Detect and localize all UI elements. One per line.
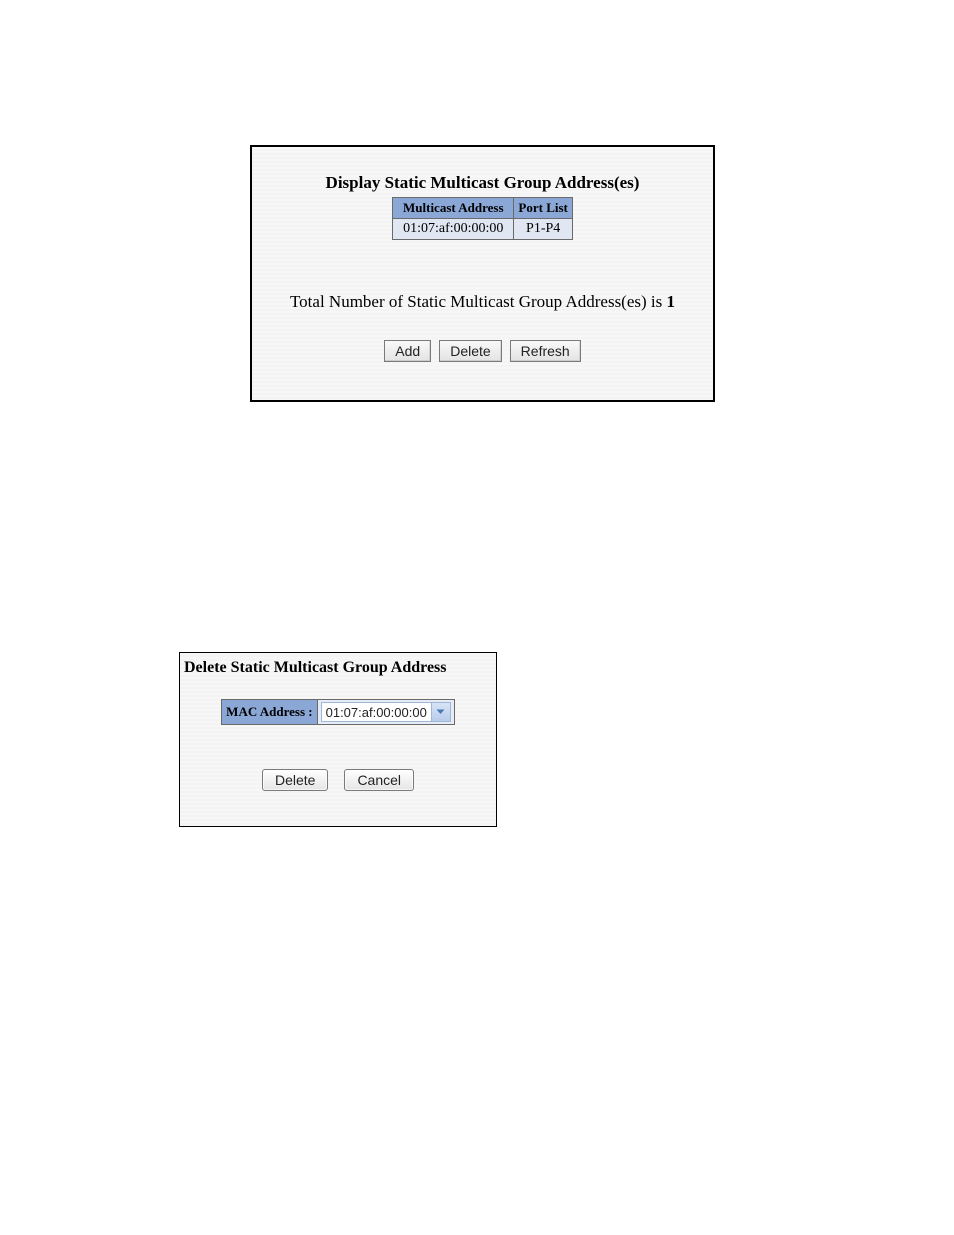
cancel-button[interactable]: Cancel <box>344 769 414 791</box>
delete-button[interactable]: Delete <box>262 769 328 791</box>
multicast-address-table: Multicast Address Port List 01:07:af:00:… <box>392 197 573 240</box>
chevron-down-icon <box>431 703 450 721</box>
add-button[interactable]: Add <box>384 340 431 362</box>
header-portlist: Port List <box>514 198 572 219</box>
mac-address-label: MAC Address : <box>222 700 317 725</box>
display-multicast-panel: Display Static Multicast Group Address(e… <box>250 145 715 402</box>
cell-address: 01:07:af:00:00:00 <box>393 219 514 240</box>
table-row: 01:07:af:00:00:00 P1-P4 <box>393 219 573 240</box>
panel-title: Delete Static Multicast Group Address <box>180 653 496 677</box>
refresh-button[interactable]: Refresh <box>510 340 581 362</box>
mac-address-select[interactable]: 01:07:af:00:00:00 <box>321 702 451 722</box>
delete-multicast-panel: Delete Static Multicast Group Address MA… <box>179 652 497 827</box>
mac-address-cell: 01:07:af:00:00:00 <box>317 700 454 725</box>
total-count: 1 <box>667 292 676 311</box>
total-prefix: Total Number of Static Multicast Group A… <box>290 292 667 311</box>
button-row: Add Delete Refresh <box>252 340 713 362</box>
header-address: Multicast Address <box>393 198 514 219</box>
mac-address-selected: 01:07:af:00:00:00 <box>322 705 431 720</box>
mac-address-form: MAC Address : 01:07:af:00:00:00 <box>221 699 455 725</box>
panel-title: Display Static Multicast Group Address(e… <box>252 173 713 193</box>
total-count-line: Total Number of Static Multicast Group A… <box>252 292 713 312</box>
button-row: Delete Cancel <box>180 769 496 791</box>
table-header-row: Multicast Address Port List <box>393 198 573 219</box>
form-row: MAC Address : 01:07:af:00:00:00 <box>180 699 496 725</box>
cell-portlist: P1-P4 <box>514 219 572 240</box>
delete-button[interactable]: Delete <box>439 340 501 362</box>
